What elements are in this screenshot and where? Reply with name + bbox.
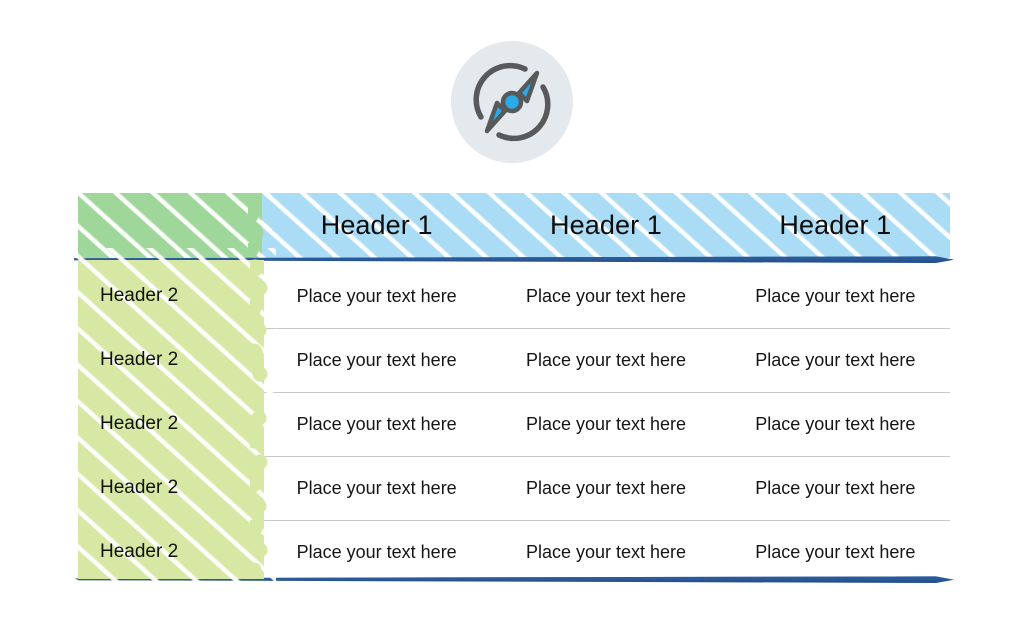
table-cell: Place your text here: [525, 477, 687, 498]
table-cell: Place your text here: [525, 349, 687, 370]
table-cell: Place your text here: [755, 477, 916, 498]
table-row[interactable]: Header 2 Place your text here Place your…: [78, 328, 950, 392]
table-cell: Place your text here: [296, 349, 457, 370]
row-header: Header 2: [100, 413, 179, 434]
table-cell: Place your text here: [525, 413, 687, 434]
table-cell: Place your text here: [755, 541, 916, 562]
table-cell: Place your text here: [755, 413, 916, 434]
table-cell: Place your text here: [296, 285, 457, 306]
column-header-1: Header 1: [320, 210, 433, 240]
table-cell: Place your text here: [525, 285, 687, 306]
table-row[interactable]: Header 2 Place your text here Place your…: [78, 456, 950, 520]
row-header: Header 2: [100, 285, 179, 306]
table-cell: Place your text here: [755, 285, 916, 306]
row-divider: [262, 520, 950, 521]
row-header: Header 2: [100, 477, 179, 498]
table-row[interactable]: Header 2 Place your text here Place your…: [78, 264, 950, 328]
table-cell: Place your text here: [296, 541, 457, 562]
table-cell: Place your text here: [525, 541, 687, 562]
table-cell: Place your text here: [755, 349, 916, 370]
table-body: Header 2 Place your text here Place your…: [66, 248, 950, 591]
content-table: Header 1 Header 1 Header 1 Header 2 Plac…: [66, 193, 954, 591]
row-header: Header 2: [100, 349, 179, 370]
row-divider: [262, 456, 950, 457]
header-icon: [451, 41, 573, 163]
table-row[interactable]: Header 2 Place your text here Place your…: [78, 392, 950, 456]
header-underline-bar: [74, 255, 954, 264]
table-header-row: Header 1 Header 1 Header 1: [78, 193, 950, 258]
column-header-3: Header 1: [779, 210, 892, 240]
compass-refresh-icon-glyph: [473, 62, 551, 142]
table-cell: Place your text here: [296, 477, 457, 498]
column-header-2: Header 1: [550, 210, 662, 240]
row-divider: [262, 392, 950, 393]
row-divider: [262, 328, 950, 329]
table-cell: Place your text here: [296, 413, 457, 434]
row-header: Header 2: [100, 541, 179, 562]
